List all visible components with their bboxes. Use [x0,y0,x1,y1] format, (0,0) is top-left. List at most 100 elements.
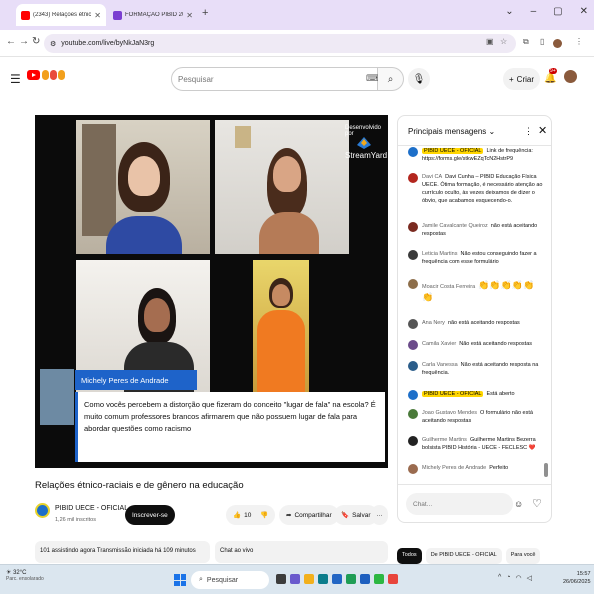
chat-author[interactable]: Joao Gustavo Mendes [422,410,477,416]
close-window-icon[interactable]: ✕ [580,6,588,17]
share-button[interactable]: ➦ Compartilhar [279,505,339,525]
chat-author[interactable]: Moacir Costa Ferreira [422,284,475,290]
filter-chip-all[interactable]: Todos [397,548,422,564]
branding-name: StreamYard [345,151,388,160]
task-view-icon[interactable] [276,574,286,584]
channel-avatar[interactable] [35,503,50,518]
filter-chip-for-you[interactable]: Para você [505,548,541,564]
chat-divider [398,484,551,485]
back-icon[interactable]: ← [6,36,16,47]
extensions-icon[interactable]: ⧉ [523,37,529,47]
reload-icon[interactable]: ↻ [32,36,40,47]
filter-chip-channel[interactable]: De PIBID UECE - OFICIAL [425,548,502,564]
menu-icon[interactable]: ☰ [10,72,21,86]
weather-widget[interactable]: ☀ 32°C Parc. ensolarado [6,569,44,582]
search-button[interactable]: ⌕ [378,67,404,91]
browser-tab-strip: (2343) Relações étnico-raci ✕ FORMAÇÃO P… [0,0,594,30]
store-icon[interactable] [332,574,342,584]
like-button[interactable]: 👍 10 👎 [226,505,276,525]
whatsapp-icon[interactable] [374,574,384,584]
browser-toolbar: ← → ↻ ⚙ youtube.com/live/byNkJaN3rg ▣ ☆ … [0,30,594,57]
tab-formacao[interactable]: FORMAÇÃO PIBID 2025 - Rela ✕ [108,4,198,26]
address-bar[interactable]: ⚙ youtube.com/live/byNkJaN3rg [44,34,516,53]
notification-count-badge: 9+ [549,68,557,74]
chat-message: Leticia Martins Não estou conseguindo faz… [408,250,543,266]
browser-menu-icon[interactable]: ⋮ [575,37,583,46]
participant-face [273,156,301,192]
youtube-logo-icon[interactable] [27,70,40,80]
tab-title: (2343) Relações étnico-raci [33,12,92,18]
chat-author[interactable]: Carla Vanessa [422,362,458,368]
chat-author[interactable]: Michely Peres de Andrade [422,465,486,471]
channel-name[interactable]: PIBID UECE - OFICIAL [55,505,128,512]
network-icon[interactable]: ◔ [506,574,510,582]
wifi-icon[interactable]: ◠ [516,574,522,582]
chat-messages: PIBID UECE - OFICIAL Link de frequência: … [398,147,551,477]
chat-author[interactable]: PIBID UECE - OFICIAL [422,148,484,154]
close-chat-icon[interactable]: ✕ [538,124,547,137]
excel-icon[interactable] [346,574,356,584]
forward-icon[interactable]: → [19,36,29,47]
word-icon[interactable] [360,574,370,584]
chat-avatar [408,390,418,400]
chrome-icon[interactable] [388,574,398,584]
system-clock[interactable]: 15:57 26/06/2025 [563,570,591,586]
profile-avatar[interactable] [553,39,562,48]
more-actions-button[interactable]: ··· [371,505,388,525]
chat-menu-icon[interactable]: ⋮ [524,126,533,137]
site-info-icon[interactable]: ⚙ [50,40,56,48]
emoji-icon[interactable]: ☺ [514,499,523,509]
tray-chevron-icon[interactable]: ^ [498,574,501,582]
bookmark-star-icon[interactable]: ☆ [500,37,507,46]
close-tab-icon[interactable]: ✕ [94,11,101,20]
search-input[interactable]: Pesquisar [171,67,378,91]
chat-avatar [408,147,418,157]
close-tab-icon[interactable]: ✕ [186,11,193,20]
tab-search-icon[interactable]: ⌄ [505,6,513,17]
chat-input[interactable]: Chat... [406,493,513,515]
heart-reaction-icon[interactable]: ♡ [532,497,542,510]
create-button[interactable]: + Criar [503,68,541,90]
file-explorer-icon[interactable] [304,574,314,584]
notifications-bell-icon[interactable]: 🔔 [544,73,556,84]
start-windows-icon[interactable] [174,574,186,586]
widgets-icon[interactable] [290,574,300,584]
youtube-doodle-logo[interactable] [42,70,65,80]
chat-author[interactable]: Leticia Martins [422,251,457,257]
tab-youtube[interactable]: (2343) Relações étnico-raci ✕ [16,4,106,26]
search-icon: ⌕ [199,576,203,583]
chat-message: Jamile Cavalcante Queiroz não está aceita… [408,222,543,238]
chevron-down-icon: ⌄ [488,127,496,136]
account-avatar[interactable] [564,70,577,83]
chat-message: Davi CA Davi Cunha – PIBID Educação Físic… [408,173,543,205]
chat-message: Carla Vanessa Não está aceitando resposta… [408,361,543,377]
chat-author[interactable]: Davi CA [422,174,442,180]
chat-scrollbar[interactable] [544,148,548,477]
new-tab-button[interactable]: + [202,7,208,19]
chat-replay-card[interactable]: Chat ao vivo [215,541,388,563]
chat-author[interactable]: Jamile Cavalcante Queiroz [422,223,488,229]
cast-icon[interactable]: ▣ [486,37,494,46]
maximize-icon[interactable]: ▢ [553,6,562,17]
video-player[interactable]: Desenvolvido por StreamYard Michely Pere… [35,115,388,468]
chat-author[interactable]: PIBID UECE - OFICIAL [422,391,484,397]
thumbs-down-icon[interactable]: 👎 [260,511,268,519]
tab-title: FORMAÇÃO PIBID 2025 - Rela [125,12,183,18]
voice-search-button[interactable]: 🎙 [408,68,430,90]
reading-list-icon[interactable]: ▯ [540,37,544,46]
group-photo-thumbnail [40,369,74,425]
volume-icon[interactable]: ◁ [527,574,532,582]
chat-author[interactable]: Ana Nery [422,320,445,326]
live-chat-panel: Principais mensagens ⌄ ⋮ ✕ PIBID UECE - … [397,115,552,523]
save-label: Salvar [352,511,371,519]
chat-author[interactable]: Camila Xavier [422,341,456,347]
minimize-icon[interactable]: – [531,6,537,17]
subscribe-button[interactable]: Inscrever-se [125,505,175,525]
recommendation-filter-tabs: Todos De PIBID UECE - OFICIAL Para você [397,548,541,564]
edge-icon[interactable] [318,574,328,584]
taskbar-search[interactable]: ⌕ Pesquisar [191,571,269,589]
chat-scrollbar-thumb[interactable] [544,463,548,477]
chat-mode-dropdown[interactable]: Principais mensagens ⌄ [408,127,495,136]
participant-tile-4 [253,260,309,394]
chat-author[interactable]: Guilherme Martins [422,437,467,443]
